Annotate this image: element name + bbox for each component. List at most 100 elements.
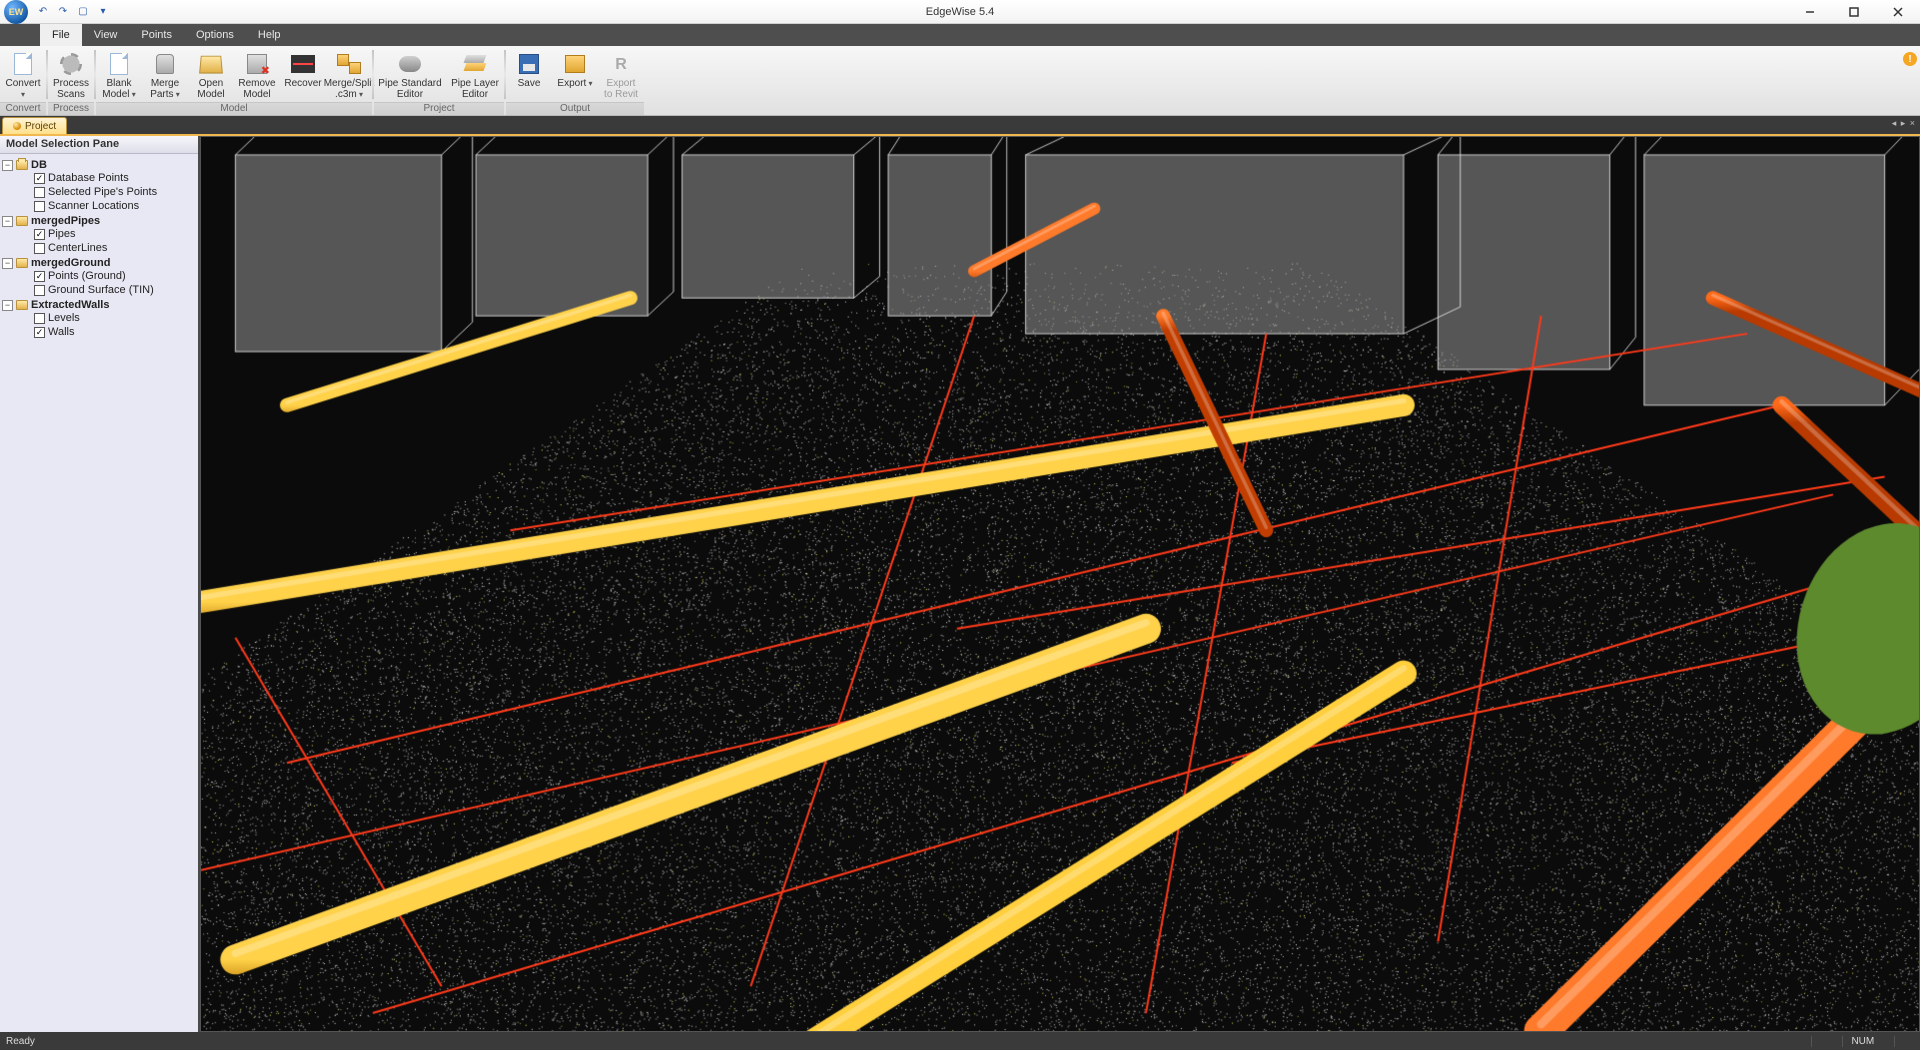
open-model-icon [197, 52, 225, 76]
tree-row-pipes[interactable]: Pipes [20, 228, 196, 240]
tree-spacer [20, 173, 31, 184]
tree-row-walls[interactable]: Walls [20, 326, 196, 338]
tree-label: Scanner Locations [48, 200, 139, 212]
blank-model-button[interactable]: BlankModel [96, 48, 142, 102]
checkbox[interactable] [34, 285, 45, 296]
open-model-button[interactable]: OpenModel [188, 48, 234, 102]
maximize-button[interactable] [1832, 0, 1876, 24]
tree-spacer [20, 313, 31, 324]
tree-row-db[interactable]: −DB [2, 159, 196, 171]
scene-canvas[interactable] [201, 137, 1919, 1031]
merge-parts-button[interactable]: MergeParts [142, 48, 188, 102]
recover-icon [289, 52, 317, 76]
tree-label: ExtractedWalls [31, 299, 109, 311]
checkbox[interactable] [34, 229, 45, 240]
blank-model-icon [105, 52, 133, 76]
app-icon[interactable]: EW [4, 0, 28, 24]
status-bar: Ready NUM [0, 1032, 1920, 1050]
tree-label: Points (Ground) [48, 270, 126, 282]
viewport-3d[interactable] [200, 136, 1920, 1032]
pipe-layer-editor-label: Pipe LayerEditor [451, 78, 499, 100]
ribbon: ConvertConvertProcessScansProcessBlankMo… [0, 46, 1920, 116]
recover-button[interactable]: Recover [280, 48, 326, 102]
pipe-standard-editor-icon [396, 52, 424, 76]
export-icon [561, 52, 589, 76]
tree-row-levels[interactable]: Levels [20, 312, 196, 324]
menu-file[interactable]: File [40, 24, 82, 46]
tree-row-selected-pipe-s-points[interactable]: Selected Pipe's Points [20, 186, 196, 198]
process-scans-button[interactable]: ProcessScans [48, 48, 94, 102]
tree-label: mergedGround [31, 257, 110, 269]
qat-redo-icon[interactable]: ↷ [54, 3, 72, 21]
qat-save-icon[interactable]: ▢ [74, 3, 92, 21]
checkbox[interactable] [34, 271, 45, 282]
close-button[interactable] [1876, 0, 1920, 24]
tree-label: mergedPipes [31, 215, 100, 227]
remove-model-button[interactable]: RemoveModel [234, 48, 280, 102]
minimize-button[interactable] [1788, 0, 1832, 24]
window-controls [1788, 0, 1920, 24]
menu-bar: FileViewPointsOptionsHelp [0, 24, 1920, 46]
group-label-project: Project [374, 102, 504, 115]
convert-button[interactable]: Convert [0, 48, 46, 102]
save-button[interactable]: Save [506, 48, 552, 102]
process-scans-label: ProcessScans [53, 78, 89, 100]
checkbox[interactable] [34, 187, 45, 198]
document-tab-label: Project [25, 121, 56, 132]
ribbon-warning[interactable]: ! [1900, 48, 1920, 115]
expand-toggle[interactable]: − [2, 216, 13, 227]
merge-parts-label: MergeParts [150, 78, 180, 100]
tree-spacer [20, 229, 31, 240]
expand-toggle[interactable]: − [2, 160, 13, 171]
checkbox[interactable] [34, 327, 45, 338]
menu-points[interactable]: Points [129, 24, 184, 46]
tab-aux-controls[interactable]: ◂ ▸ × [1892, 118, 1916, 129]
tree-row-mergedpipes[interactable]: − mergedPipes [2, 215, 196, 227]
minimize-icon [1805, 7, 1815, 17]
quick-access-toolbar: ↶ ↷ ▢ ▾ [34, 3, 112, 21]
database-icon [16, 160, 28, 170]
maximize-icon [1849, 7, 1859, 17]
expand-toggle[interactable]: − [2, 258, 13, 269]
save-label: Save [518, 78, 541, 89]
checkbox[interactable] [34, 201, 45, 212]
qat-customize-icon[interactable]: ▾ [94, 3, 112, 21]
export-revit-icon: R [607, 52, 635, 76]
status-blank [1811, 1036, 1831, 1047]
merge-split-icon [335, 52, 363, 76]
tree-row-ground-surface-tin-[interactable]: Ground Surface (TIN) [20, 284, 196, 296]
ribbon-group-model: BlankModel MergeParts OpenModelRemoveModel… [96, 48, 372, 115]
pipe-layer-editor-button[interactable]: Pipe LayerEditor [446, 48, 504, 102]
merge-split-button[interactable]: Merge/Split.c3m [326, 48, 372, 102]
export-button[interactable]: Export [552, 48, 598, 102]
tree-label: Pipes [48, 228, 76, 240]
menu-help[interactable]: Help [246, 24, 293, 46]
ribbon-group-output: SaveExportRExportto RevitOutput [506, 48, 644, 115]
checkbox[interactable] [34, 243, 45, 254]
tree-row-mergedground[interactable]: − mergedGround [2, 257, 196, 269]
tree-row-scanner-locations[interactable]: Scanner Locations [20, 200, 196, 212]
pane-header: Model Selection Pane [0, 136, 198, 154]
blank-model-label: BlankModel [102, 78, 136, 100]
ribbon-group-convert: ConvertConvert [0, 48, 46, 115]
model-selection-pane: Model Selection Pane −DBDatabase Points S… [0, 136, 200, 1032]
checkbox[interactable] [34, 313, 45, 324]
tree-spacer [20, 271, 31, 282]
ribbon-group-process: ProcessScansProcess [48, 48, 94, 115]
menu-options[interactable]: Options [184, 24, 246, 46]
pipe-standard-editor-label: Pipe StandardEditor [378, 78, 441, 100]
folder-icon [16, 258, 28, 268]
tree-row-database-points[interactable]: Database Points [20, 172, 196, 184]
checkbox[interactable] [34, 173, 45, 184]
export-label: Export [557, 78, 592, 89]
qat-undo-icon[interactable]: ↶ [34, 3, 52, 21]
folder-icon [16, 300, 28, 310]
expand-toggle[interactable]: − [2, 300, 13, 311]
tree-row-points-ground-[interactable]: Points (Ground) [20, 270, 196, 282]
menu-view[interactable]: View [82, 24, 130, 46]
tree-row-extractedwalls[interactable]: − ExtractedWalls [2, 299, 196, 311]
tree-row-centerlines[interactable]: CenterLines [20, 242, 196, 254]
document-tab-project[interactable]: Project [2, 117, 67, 134]
folder-icon [16, 216, 28, 226]
pipe-standard-editor-button[interactable]: Pipe StandardEditor [374, 48, 446, 102]
